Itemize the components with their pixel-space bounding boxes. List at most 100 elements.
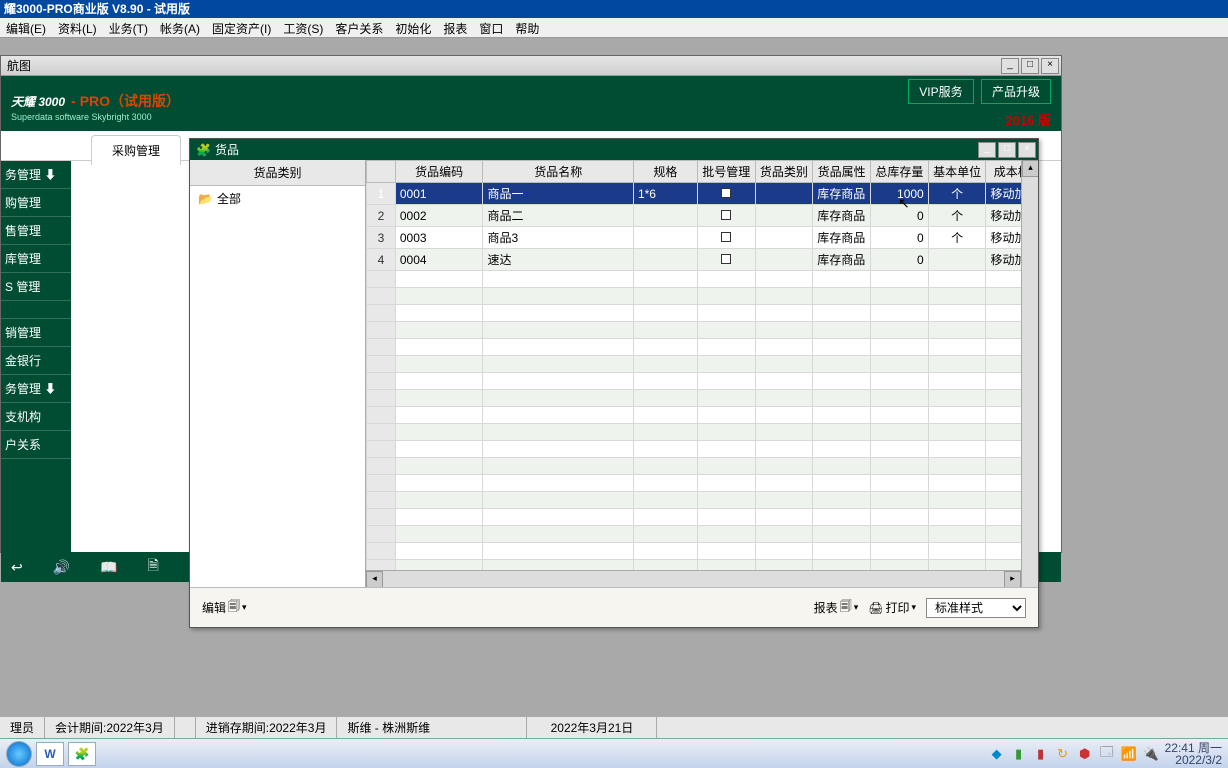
table-row[interactable]: 20002商品二库存商品0个移动加 [367, 205, 1038, 227]
menu-item[interactable]: 固定资产(I) [206, 18, 277, 37]
statusbar: 理员 会计期间:2022年3月 进销存期间:2022年3月 斯维 - 株洲斯维 … [0, 716, 1228, 738]
scroll-up-icon[interactable]: ▴ [1022, 160, 1038, 177]
column-header[interactable]: 基本单位 [928, 161, 986, 183]
goods-close-button[interactable]: × [1018, 142, 1036, 158]
back-icon[interactable]: ↩ [11, 559, 23, 576]
sound-icon[interactable]: 🔊 [53, 559, 70, 576]
print-button[interactable]: 🖨打印▾ [868, 599, 916, 616]
tray-icon-3[interactable]: ▮ [1033, 746, 1049, 762]
goods-minimize-button[interactable]: _ [978, 142, 996, 158]
column-header[interactable]: 货品名称 [483, 161, 633, 183]
checkbox-icon[interactable] [721, 210, 731, 220]
table-cell: 库存商品 [813, 227, 871, 249]
column-header[interactable]: 货品类别 [755, 161, 813, 183]
minimize-button[interactable]: _ [1001, 58, 1019, 74]
vertical-scrollbar[interactable]: ▴ [1021, 160, 1038, 587]
sidebar-item[interactable]: 金银行 [1, 347, 71, 375]
table-cell [697, 205, 755, 227]
table-cell [755, 249, 813, 271]
menu-item[interactable]: 窗口 [473, 18, 509, 37]
sidebar-item[interactable]: 售管理 [1, 217, 71, 245]
table-cell: 商品一 [483, 183, 633, 205]
upgrade-button[interactable]: 产品升级 [981, 79, 1051, 104]
checkbox-icon[interactable] [721, 188, 731, 198]
table-row[interactable]: 40004速达库存商品0移动加 [367, 249, 1038, 271]
table-row [367, 492, 1038, 509]
document-icon[interactable]: 🗎 [148, 555, 159, 579]
table-cell: 库存商品 [813, 183, 871, 205]
goods-dialog: 🧩 货品 _ □ × 货品类别 📂 全部 货品编码货品名称规格批号管理货 [189, 138, 1039, 628]
report-button[interactable]: 报表🗐▾ [814, 597, 859, 618]
sidebar-item[interactable] [1, 301, 71, 319]
tray-power-icon[interactable]: 🔌 [1143, 746, 1159, 762]
column-header[interactable]: 货品编码 [395, 161, 483, 183]
goods-title: 🧩 货品 [192, 141, 239, 158]
start-button[interactable] [6, 741, 32, 767]
goods-maximize-button[interactable]: □ [998, 142, 1016, 158]
table-cell: 0001 [395, 183, 483, 205]
column-header[interactable]: 货品属性 [813, 161, 871, 183]
edit-button[interactable]: 编辑🗐▾ [202, 597, 247, 618]
sidebar-item[interactable]: 支机构 [1, 403, 71, 431]
task-app[interactable]: 🧩 [68, 742, 96, 766]
table-cell: 0 [871, 227, 929, 249]
vip-button[interactable]: VIP服务 [908, 79, 973, 104]
tray-icon-2[interactable]: ▮ [1011, 746, 1027, 762]
menu-item[interactable]: 编辑(E) [0, 18, 52, 37]
book-icon[interactable]: 📖 [100, 559, 117, 576]
sidebar-item[interactable]: 购管理 [1, 189, 71, 217]
table-row [367, 475, 1038, 492]
column-header[interactable] [367, 161, 396, 183]
task-word[interactable]: W [36, 742, 64, 766]
maximize-button[interactable]: □ [1021, 58, 1039, 74]
tray-signal-icon[interactable]: 📶 [1121, 746, 1137, 762]
brand-title: 天耀 3000 - PRO（试用版） [11, 86, 180, 112]
tab-purchase[interactable]: 采购管理 [91, 135, 181, 165]
menu-item[interactable]: 报表 [437, 18, 473, 37]
scroll-left-icon[interactable]: ◂ [366, 571, 383, 588]
menu-item[interactable]: 帮助 [509, 18, 545, 37]
goods-table[interactable]: 货品编码货品名称规格批号管理货品类别货品属性总库存量基本单位成本栏 10001商… [366, 160, 1038, 587]
sidebar-item[interactable]: 户关系 [1, 431, 71, 459]
table-row [367, 339, 1038, 356]
sidebar-item[interactable]: 务管理 ⬇ [1, 161, 71, 189]
table-cell [928, 249, 986, 271]
checkbox-icon[interactable] [721, 254, 731, 264]
table-row [367, 322, 1038, 339]
menu-item[interactable]: 资料(L) [52, 18, 103, 37]
table-cell: 0003 [395, 227, 483, 249]
table-row[interactable]: 10001商品一1*6库存商品1000个移动加 [367, 183, 1038, 205]
menu-item[interactable]: 初始化 [389, 18, 437, 37]
tray-icon-6[interactable]: 🗔 [1099, 746, 1115, 762]
table-cell: 速达 [483, 249, 633, 271]
brand-subtitle: Superdata software Skybright 3000 [11, 112, 180, 122]
menu-item[interactable]: 客户关系 [329, 18, 389, 37]
tray-refresh-icon[interactable]: ↻ [1055, 746, 1071, 762]
close-button[interactable]: × [1041, 58, 1059, 74]
horizontal-scrollbar[interactable]: ◂ ▸ [366, 570, 1021, 587]
sidebar-item[interactable]: 务管理 ⬇ [1, 375, 71, 403]
tray-icon-5[interactable]: ⬢ [1077, 746, 1093, 762]
menu-item[interactable]: 帐务(A) [154, 18, 206, 37]
page-icon: 🗐 [228, 597, 240, 618]
table-cell [633, 227, 697, 249]
menu-item[interactable]: 工资(S) [277, 18, 329, 37]
table-row [367, 356, 1038, 373]
checkbox-icon[interactable] [721, 232, 731, 242]
column-header[interactable]: 批号管理 [697, 161, 755, 183]
brand-year: 2016 版 [904, 110, 1051, 129]
column-header[interactable]: 总库存量 [871, 161, 929, 183]
column-header[interactable]: 规格 [633, 161, 697, 183]
style-select[interactable]: 标准样式 [926, 598, 1026, 618]
clock[interactable]: 22:41 周一 2022/3/2 [1165, 742, 1222, 766]
table-row [367, 373, 1038, 390]
tree-root-item[interactable]: 📂 全部 [190, 186, 365, 211]
table-row[interactable]: 30003商品3库存商品0个移动加 [367, 227, 1038, 249]
scroll-right-icon[interactable]: ▸ [1004, 571, 1021, 588]
table-cell: 个 [928, 183, 986, 205]
tray-icon-1[interactable]: ◆ [989, 746, 1005, 762]
sidebar-item[interactable]: 销管理 [1, 319, 71, 347]
sidebar-item[interactable]: S 管理 [1, 273, 71, 301]
menu-item[interactable]: 业务(T) [103, 18, 154, 37]
sidebar-item[interactable]: 库管理 [1, 245, 71, 273]
